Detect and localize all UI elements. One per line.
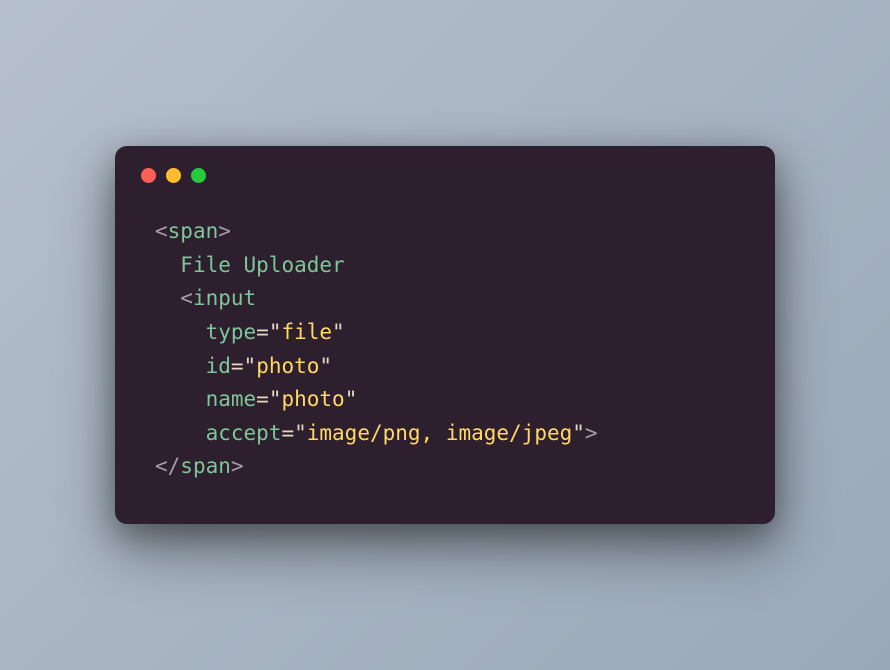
attr-name: accept: [206, 421, 282, 445]
attr-value: photo: [281, 387, 344, 411]
quote: ": [269, 387, 282, 411]
equals: =: [281, 421, 294, 445]
angle-bracket: <: [180, 286, 193, 310]
tag-name: span: [168, 219, 219, 243]
indent: [155, 286, 180, 310]
quote: ": [269, 320, 282, 344]
quote: ": [319, 354, 332, 378]
tag-name: input: [193, 286, 256, 310]
angle-bracket: >: [231, 454, 244, 478]
attr-value: photo: [256, 354, 319, 378]
angle-bracket: <: [155, 219, 168, 243]
equals: =: [231, 354, 244, 378]
maximize-icon[interactable]: [191, 168, 206, 183]
attr-name: name: [206, 387, 257, 411]
indent: [155, 320, 206, 344]
indent: [155, 387, 206, 411]
text-content: File Uploader: [180, 253, 344, 277]
angle-bracket: >: [218, 219, 231, 243]
tag-name: span: [180, 454, 231, 478]
indent: [155, 421, 206, 445]
indent: [155, 253, 180, 277]
quote: ": [294, 421, 307, 445]
attr-value: image/png, image/jpeg: [307, 421, 573, 445]
quote: ": [244, 354, 257, 378]
equals: =: [256, 320, 269, 344]
quote: ": [345, 387, 358, 411]
window-titlebar: [115, 146, 775, 201]
angle-bracket: </: [155, 454, 180, 478]
quote: ": [572, 421, 585, 445]
attr-name: id: [206, 354, 231, 378]
code-window: <span> File Uploader <input type="file" …: [115, 146, 775, 524]
code-block: <span> File Uploader <input type="file" …: [115, 201, 775, 484]
attr-value: file: [281, 320, 332, 344]
indent: [155, 354, 206, 378]
close-icon[interactable]: [141, 168, 156, 183]
minimize-icon[interactable]: [166, 168, 181, 183]
quote: ": [332, 320, 345, 344]
attr-name: type: [206, 320, 257, 344]
angle-bracket: >: [585, 421, 598, 445]
equals: =: [256, 387, 269, 411]
